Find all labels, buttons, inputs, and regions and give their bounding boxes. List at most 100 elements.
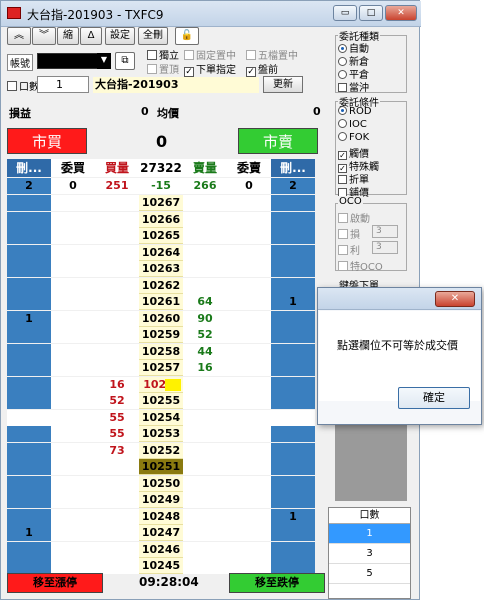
order-buy-cell[interactable]	[51, 393, 95, 409]
order-buy-cell[interactable]	[51, 261, 95, 277]
delete-buy-cell[interactable]: 1	[7, 525, 51, 541]
order-sell-cell[interactable]	[227, 393, 271, 409]
delete-sell-cell[interactable]	[271, 525, 315, 541]
top-checkbox[interactable]: 置頂	[147, 61, 179, 76]
delete-sell-cell[interactable]	[271, 360, 315, 376]
order-sell-cell[interactable]	[227, 261, 271, 277]
order-sell-cell[interactable]	[227, 442, 271, 459]
delete-sell-cell[interactable]	[271, 409, 315, 426]
delete-buy-cell[interactable]: 1	[7, 310, 51, 327]
order-sell-cell[interactable]	[227, 211, 271, 228]
order-sell-cell[interactable]	[227, 327, 271, 343]
order-buy-cell[interactable]	[51, 294, 95, 310]
scroll-up-button[interactable]: ︽	[7, 27, 31, 45]
lock-icon[interactable]: 🔓	[175, 27, 199, 45]
copy-icon[interactable]: ⧉	[115, 52, 135, 70]
delete-buy-cell[interactable]	[7, 261, 51, 277]
delete-sell-cell[interactable]: 1	[271, 294, 315, 310]
delete-sell-cell[interactable]	[271, 277, 315, 294]
delete-buy-cell[interactable]	[7, 558, 51, 574]
special-oco-checkbox[interactable]: 特OCO	[338, 258, 383, 273]
scroll-down-button[interactable]: ︾	[32, 27, 56, 45]
order-sell-cell[interactable]	[227, 228, 271, 244]
delete-sell-cell[interactable]	[271, 244, 315, 261]
order-buy-cell[interactable]	[51, 508, 95, 525]
delete-buy-cell[interactable]	[7, 277, 51, 294]
delete-buy-cell[interactable]	[7, 360, 51, 376]
order-sell-cell[interactable]	[227, 508, 271, 525]
quantity-list-item[interactable]: 3	[329, 544, 410, 564]
order-specify-checkbox[interactable]: ✓ 下單指定	[184, 61, 236, 77]
delete-sell-cell[interactable]	[271, 261, 315, 277]
quantity-stepper[interactable]: 1	[37, 76, 89, 93]
order-buy-cell[interactable]	[51, 525, 95, 541]
delta-button[interactable]: Δ	[80, 27, 102, 45]
minimize-button[interactable]: ▭	[333, 5, 357, 21]
order-buy-cell[interactable]	[51, 541, 95, 558]
order-buy-cell[interactable]	[51, 360, 95, 376]
order-sell-cell[interactable]	[227, 492, 271, 508]
fixed-center-checkbox[interactable]: 固定置中	[184, 47, 236, 62]
order-sell-cell[interactable]	[227, 343, 271, 360]
delete-sell-cell[interactable]	[271, 376, 315, 393]
order-buy-cell[interactable]	[51, 310, 95, 327]
order-sell-cell[interactable]	[227, 195, 271, 211]
order-cond-option[interactable]: IOC	[338, 119, 367, 130]
delete-sell-cell[interactable]	[271, 343, 315, 360]
dialog-close-button[interactable]: ✕	[435, 291, 475, 307]
delete-sell-cell[interactable]	[271, 558, 315, 574]
order-buy-cell[interactable]	[51, 426, 95, 442]
delete-buy-cell[interactable]	[7, 475, 51, 492]
chevron-down-icon[interactable]: ▼	[97, 53, 111, 69]
delete-sell-cell[interactable]	[271, 327, 315, 343]
oco-loss-input[interactable]: 3	[372, 225, 398, 238]
delete-sell-cell[interactable]	[271, 393, 315, 409]
refresh-button[interactable]: 更新	[263, 76, 303, 93]
delete-sell-cell[interactable]	[271, 195, 315, 211]
quantity-list-item[interactable]: 1	[329, 524, 410, 544]
oco-loss-checkbox[interactable]: 損	[338, 226, 360, 241]
order-buy-cell[interactable]	[51, 244, 95, 261]
delete-all-button[interactable]: 全刪	[138, 27, 168, 45]
order-sell-cell[interactable]	[227, 426, 271, 442]
order-buy-cell[interactable]	[51, 195, 95, 211]
oco-profit-input[interactable]: 3	[372, 241, 398, 254]
delete-sell-cell[interactable]	[271, 442, 315, 459]
delete-sell-cell[interactable]	[271, 228, 315, 244]
delete-sell-cell[interactable]	[271, 541, 315, 558]
delete-buy-cell[interactable]	[7, 442, 51, 459]
delete-buy-cell[interactable]	[7, 244, 51, 261]
order-cond-option[interactable]: ROD	[338, 106, 372, 117]
delete-sell-cell[interactable]: 1	[271, 508, 315, 525]
oco-profit-checkbox[interactable]: 利	[338, 242, 360, 257]
delete-sell-cell[interactable]	[271, 492, 315, 508]
order-sell-cell[interactable]	[227, 475, 271, 492]
delete-buy-cell[interactable]	[7, 393, 51, 409]
delete-sell-cell[interactable]	[271, 310, 315, 327]
five-center-checkbox[interactable]: 五檔置中	[246, 47, 298, 62]
order-buy-cell[interactable]	[51, 558, 95, 574]
order-buy-cell[interactable]	[51, 228, 95, 244]
delete-buy-cell[interactable]	[7, 376, 51, 393]
independent-checkbox[interactable]: 獨立	[147, 47, 179, 62]
market-buy-button[interactable]: 市買	[7, 128, 87, 154]
order-sell-cell[interactable]	[227, 525, 271, 541]
order-sell-cell[interactable]	[227, 277, 271, 294]
delete-buy-cell[interactable]	[7, 343, 51, 360]
move-limit-up-button[interactable]: 移至漲停	[7, 573, 103, 593]
delete-sell-cell[interactable]	[271, 475, 315, 492]
delete-buy-cell[interactable]	[7, 508, 51, 525]
oco-enable-checkbox[interactable]: 啟動	[338, 210, 370, 225]
order-buy-cell[interactable]	[51, 211, 95, 228]
order-sell-cell[interactable]	[227, 541, 271, 558]
delete-buy-cell[interactable]	[7, 459, 51, 475]
order-sell-cell[interactable]	[227, 310, 271, 327]
quantity-list-item[interactable]: 5	[329, 564, 410, 584]
move-limit-down-button[interactable]: 移至跌停	[229, 573, 325, 593]
delete-buy-cell[interactable]	[7, 541, 51, 558]
order-buy-cell[interactable]	[51, 442, 95, 459]
shrink-button[interactable]: 縮	[57, 27, 79, 45]
delete-buy-cell[interactable]	[7, 294, 51, 310]
order-buy-cell[interactable]	[51, 376, 95, 393]
after-hours-checkbox[interactable]: ✓ 盤前	[246, 61, 278, 77]
